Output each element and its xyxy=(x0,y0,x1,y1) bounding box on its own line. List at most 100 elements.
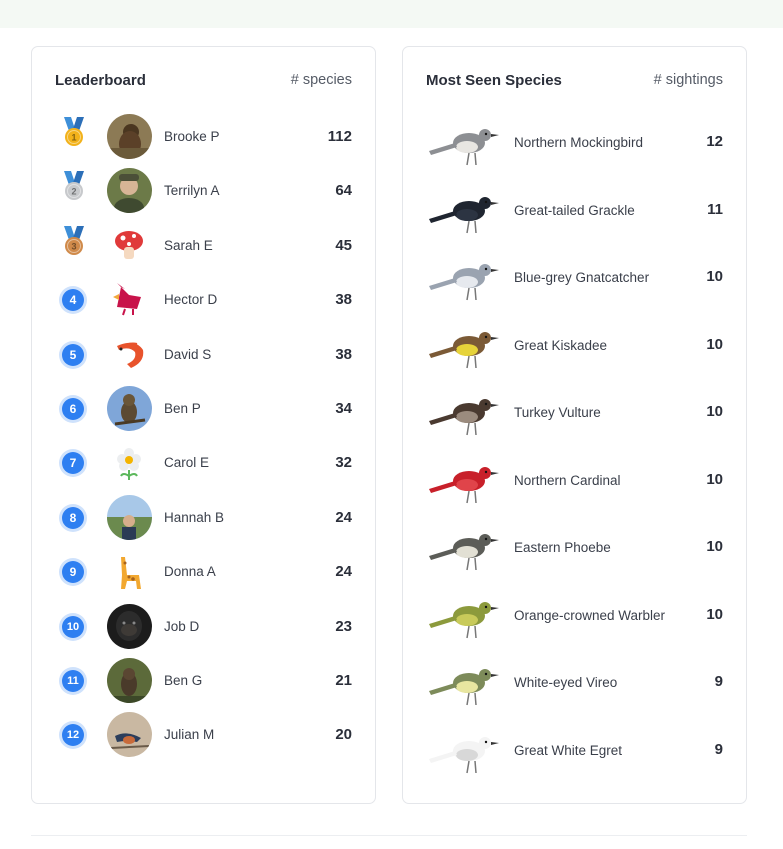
observer-name[interactable]: Terrilyn A xyxy=(164,183,220,198)
observer-name[interactable]: Carol E xyxy=(164,455,209,470)
sightings-count: 10 xyxy=(706,470,723,488)
sightings-count: 10 xyxy=(706,403,723,420)
avatar[interactable] xyxy=(107,222,152,268)
observer-name[interactable]: Hector D xyxy=(164,292,217,307)
species-count: 23 xyxy=(335,617,352,635)
leaderboard-row[interactable]: 4 Hector D 38 xyxy=(32,274,375,328)
species-row[interactable]: Eastern Phoebe 10 xyxy=(403,516,746,583)
sightings-count: 10 xyxy=(706,268,723,285)
species-name[interactable]: Great-tailed Grackle xyxy=(514,203,635,218)
species-name[interactable]: Orange-crowned Warbler xyxy=(514,608,665,623)
observer-name[interactable]: Donna A xyxy=(164,564,216,579)
avatar[interactable] xyxy=(107,277,152,323)
leaderboard-card: Leaderboard # species 1 Brooke P 112 2 Terri… xyxy=(31,46,376,804)
avatar[interactable] xyxy=(107,386,152,431)
rank-badge: 4 xyxy=(62,289,84,312)
sightings-count: 9 xyxy=(714,673,723,690)
species-row[interactable]: White-eyed Vireo 9 xyxy=(403,651,746,718)
avatar[interactable] xyxy=(107,712,152,758)
avatar[interactable] xyxy=(107,440,152,486)
species-name[interactable]: Northern Mockingbird xyxy=(514,135,643,150)
avatar[interactable] xyxy=(107,658,152,703)
observer-name[interactable]: Hannah B xyxy=(164,510,224,525)
species-name[interactable]: Blue-grey Gnatcatcher xyxy=(514,270,649,285)
species-row[interactable]: Northern Cardinal 10 xyxy=(403,449,746,516)
leaderboard-row[interactable]: 3 Sarah E 45 xyxy=(32,220,375,274)
species-row[interactable]: Great Kiskadee 10 xyxy=(403,314,746,381)
avatar[interactable] xyxy=(107,494,152,540)
species-count: 34 xyxy=(335,400,352,417)
observer-name[interactable]: Ben P xyxy=(164,401,201,416)
rank-badge: 10 xyxy=(62,615,84,638)
sightings-count: 10 xyxy=(706,335,723,353)
rank-badge: 5 xyxy=(62,343,84,366)
bird-thumbnail[interactable] xyxy=(425,248,507,310)
sightings-count: 10 xyxy=(706,538,723,555)
species-name[interactable]: Turkey Vulture xyxy=(514,405,601,420)
silver-medal-icon: 2 xyxy=(61,171,87,203)
species-row[interactable]: Orange-crowned Warbler 10 xyxy=(403,584,746,651)
rank-badge: 11 xyxy=(62,670,84,692)
leaderboard-column-label: # species xyxy=(290,72,352,88)
leaderboard-row[interactable]: 10 Job D 23 xyxy=(32,601,375,655)
leaderboard-row[interactable]: 8 Hannah B 24 xyxy=(32,492,375,546)
svg-text:1: 1 xyxy=(71,133,76,143)
species-card: Most Seen Species # sightings Northern M… xyxy=(402,46,747,804)
observer-name[interactable]: David S xyxy=(164,347,211,362)
sightings-count: 9 xyxy=(714,740,723,758)
leaderboard-row[interactable]: 12 Julian M 20 xyxy=(32,709,375,763)
species-count: 64 xyxy=(335,182,352,200)
species-count: 32 xyxy=(335,454,352,472)
species-name[interactable]: Eastern Phoebe xyxy=(514,540,611,555)
rank-badge: 6 xyxy=(62,398,84,420)
leaderboard-row[interactable]: 9 Donna A 24 xyxy=(32,546,375,600)
svg-text:2: 2 xyxy=(71,187,76,197)
species-row[interactable]: Turkey Vulture 10 xyxy=(403,381,746,448)
observer-name[interactable]: Julian M xyxy=(164,727,214,742)
avatar[interactable] xyxy=(107,168,152,214)
leaderboard-header: Leaderboard # species xyxy=(32,72,375,92)
bird-thumbnail[interactable] xyxy=(425,653,507,715)
avatar[interactable] xyxy=(107,549,152,595)
observer-name[interactable]: Job D xyxy=(164,619,199,634)
observer-name[interactable]: Ben G xyxy=(164,673,202,688)
bird-thumbnail[interactable] xyxy=(425,181,507,243)
leaderboard-row[interactable]: 7 Carol E 32 xyxy=(32,437,375,491)
bird-thumbnail[interactable] xyxy=(425,113,507,175)
species-row[interactable]: Great-tailed Grackle 11 xyxy=(403,179,746,246)
bird-thumbnail[interactable] xyxy=(425,316,507,378)
species-name[interactable]: White-eyed Vireo xyxy=(514,675,617,690)
leaderboard-row[interactable]: 11 Ben G 21 xyxy=(32,655,375,709)
species-row[interactable]: Blue-grey Gnatcatcher 10 xyxy=(403,246,746,313)
bird-thumbnail[interactable] xyxy=(425,451,507,513)
species-count: 24 xyxy=(335,508,352,526)
rank-badge: 9 xyxy=(62,561,84,584)
bird-thumbnail[interactable] xyxy=(425,721,507,783)
avatar[interactable] xyxy=(107,114,152,159)
leaderboard-row[interactable]: 5 David S 38 xyxy=(32,329,375,383)
gold-medal-icon: 1 xyxy=(61,117,87,149)
sightings-count: 10 xyxy=(706,605,723,623)
observer-name[interactable]: Sarah E xyxy=(164,238,213,253)
species-title: Most Seen Species xyxy=(426,72,562,89)
bird-thumbnail[interactable] xyxy=(425,518,507,580)
bird-thumbnail[interactable] xyxy=(425,383,507,445)
avatar[interactable] xyxy=(107,331,152,377)
leaderboard-title: Leaderboard xyxy=(55,72,146,89)
species-name[interactable]: Northern Cardinal xyxy=(514,473,621,488)
rank-badge: 8 xyxy=(62,506,84,529)
observer-name[interactable]: Brooke P xyxy=(164,129,220,144)
species-name[interactable]: Great Kiskadee xyxy=(514,338,607,353)
species-count: 38 xyxy=(335,345,352,363)
species-count: 112 xyxy=(327,128,352,145)
bird-thumbnail[interactable] xyxy=(425,586,507,648)
rank-badge: 7 xyxy=(62,452,84,475)
leaderboard-row[interactable]: 1 Brooke P 112 xyxy=(32,111,375,165)
species-name[interactable]: Great White Egret xyxy=(514,743,622,758)
sightings-count: 11 xyxy=(707,200,723,218)
species-row[interactable]: Great White Egret 9 xyxy=(403,719,746,786)
species-row[interactable]: Northern Mockingbird 12 xyxy=(403,111,746,178)
avatar[interactable] xyxy=(107,603,152,649)
leaderboard-row[interactable]: 2 Terrilyn A 64 xyxy=(32,165,375,219)
leaderboard-row[interactable]: 6 Ben P 34 xyxy=(32,383,375,437)
